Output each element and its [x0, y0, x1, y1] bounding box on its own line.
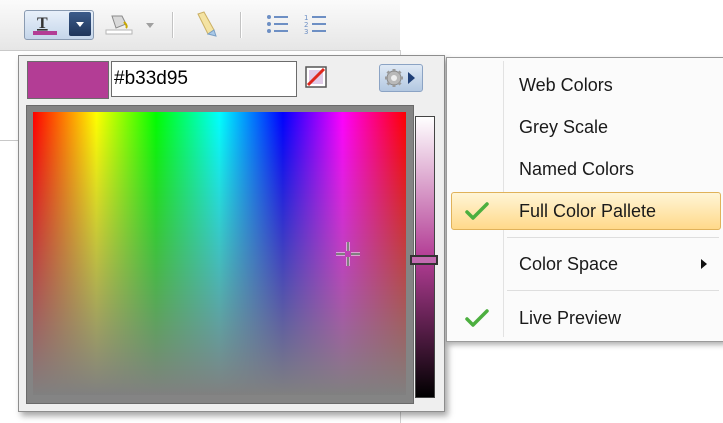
numbered-list-icon: 1 2 3 — [304, 14, 326, 36]
menu-item-label: Color Space — [519, 254, 619, 274]
page-ruler-line — [0, 140, 20, 141]
menu-item-grey-scale[interactable]: Grey Scale — [451, 108, 721, 146]
picker-options-menu: Web Colors Grey Scale Named Colors Full … — [446, 57, 723, 342]
menu-item-color-space[interactable]: Color Space — [451, 245, 721, 283]
bulleted-list-button[interactable] — [262, 10, 292, 38]
formatting-toolbar: T 1 2 3 — [0, 0, 400, 51]
menu-item-label: Named Colors — [519, 159, 635, 179]
chevron-right-icon — [408, 72, 415, 84]
current-color-swatch — [27, 61, 109, 99]
fill-color-icon — [105, 15, 133, 35]
menu-divider — [507, 237, 719, 238]
highlighter-icon — [197, 11, 217, 37]
svg-text:3: 3 — [304, 28, 308, 36]
menu-item-named-colors[interactable]: Named Colors — [451, 150, 721, 188]
submenu-arrow-icon — [701, 259, 707, 269]
chevron-down-icon — [76, 22, 84, 27]
bulleted-list-icon — [267, 15, 288, 33]
menu-item-live-preview[interactable]: Live Preview — [451, 299, 721, 337]
no-color-icon[interactable] — [305, 66, 327, 88]
text-color-button[interactable]: T — [24, 10, 94, 40]
numbered-list-button[interactable]: 1 2 3 — [300, 10, 330, 38]
menu-item-label: Web Colors — [519, 75, 613, 95]
checkmark-icon — [465, 202, 489, 220]
menu-item-label: Full Color Pallete — [519, 201, 657, 221]
picker-options-button[interactable] — [379, 64, 423, 92]
menu-item-full-color-pallete[interactable]: Full Color Pallete — [451, 192, 721, 230]
color-spectrum[interactable] — [33, 112, 406, 395]
menu-item-label: Live Preview — [519, 308, 622, 328]
toolbar-divider — [172, 12, 173, 38]
color-picker-popup — [18, 55, 445, 412]
crosshair-cursor-icon — [336, 242, 360, 266]
highlighter-button[interactable] — [184, 10, 228, 38]
brightness-slider-handle[interactable] — [410, 255, 438, 265]
text-color-dropdown[interactable] — [69, 12, 91, 36]
checkmark-icon — [465, 309, 489, 327]
menu-item-web-colors[interactable]: Web Colors — [451, 66, 721, 104]
chevron-down-icon — [146, 23, 154, 28]
menu-divider — [507, 290, 719, 291]
hex-color-input[interactable] — [111, 61, 297, 97]
gear-icon — [385, 69, 403, 87]
fill-color-button[interactable] — [100, 10, 160, 38]
text-color-icon: T — [33, 15, 57, 35]
toolbar-divider — [240, 12, 241, 38]
svg-text:T: T — [37, 15, 48, 32]
menu-item-label: Grey Scale — [519, 117, 609, 137]
